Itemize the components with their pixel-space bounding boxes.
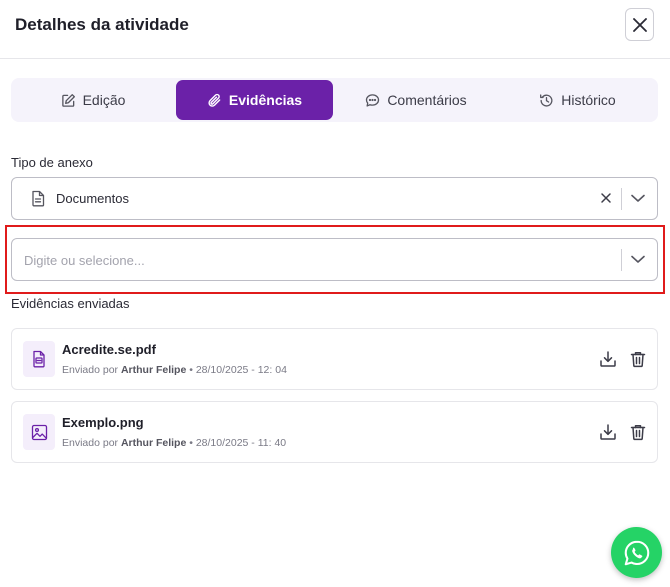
evidence-item: Acredite.se.pdf Enviado por Arthur Felip… <box>11 328 658 390</box>
file-author: Arthur Felipe <box>120 364 187 376</box>
file-icon-container <box>23 414 55 450</box>
tab-label: Histórico <box>561 92 616 108</box>
file-name: Exemplo.png <box>62 415 144 430</box>
clear-selection-icon[interactable] <box>600 192 612 204</box>
close-button[interactable] <box>625 8 654 41</box>
document-search-input[interactable] <box>24 248 604 272</box>
evidences-title: Evidências enviadas <box>11 296 130 311</box>
document-icon <box>32 190 45 207</box>
tab-historico[interactable]: Histórico <box>499 80 656 120</box>
select-divider <box>621 249 622 271</box>
sent-by-prefix: Enviado por <box>62 437 119 449</box>
tab-comentarios[interactable]: Comentários <box>336 80 496 120</box>
document-select[interactable] <box>11 238 658 281</box>
attachment-type-select[interactable]: Documentos <box>11 177 658 220</box>
chevron-down-icon[interactable] <box>630 192 646 204</box>
tab-label: Comentários <box>387 92 467 108</box>
tab-label: Evidências <box>228 92 303 108</box>
trash-icon[interactable] <box>629 423 647 441</box>
image-file-icon <box>31 424 47 440</box>
download-icon[interactable] <box>599 423 617 441</box>
history-icon <box>540 93 553 107</box>
pdf-file-icon <box>33 350 45 368</box>
file-icon-container <box>23 341 55 377</box>
file-name: Acredite.se.pdf <box>62 342 156 357</box>
tab-bar: Edição Evidências Comentários Histórico <box>11 78 658 122</box>
download-icon[interactable] <box>599 350 617 368</box>
edit-icon <box>61 93 75 107</box>
whatsapp-button[interactable] <box>611 527 662 578</box>
comment-icon <box>366 93 380 107</box>
attachment-type-label: Tipo de anexo <box>11 155 93 170</box>
evidence-item: Exemplo.png Enviado por Arthur Felipe • … <box>11 401 658 463</box>
select-divider <box>621 188 622 210</box>
chevron-down-icon[interactable] <box>630 253 646 265</box>
whatsapp-icon <box>624 540 649 565</box>
dialog-header: Detalhes da atividade <box>0 0 670 59</box>
file-meta: Enviado por Arthur Felipe • 28/10/2025 -… <box>62 437 286 449</box>
file-meta: Enviado por Arthur Felipe • 28/10/2025 -… <box>62 364 287 376</box>
file-author: Arthur Felipe <box>120 437 187 449</box>
file-datetime: • 28/10/2025 - 12: 04 <box>189 364 287 376</box>
close-icon <box>632 17 647 32</box>
attachment-type-value: Documentos <box>56 191 129 206</box>
file-datetime: • 28/10/2025 - 11: 40 <box>189 437 287 449</box>
paperclip-icon <box>208 93 221 107</box>
trash-icon[interactable] <box>629 350 647 368</box>
tab-label: Edição <box>82 92 126 108</box>
tab-edicao[interactable]: Edição <box>13 80 173 120</box>
tab-evidencias[interactable]: Evidências <box>176 80 333 120</box>
sent-by-prefix: Enviado por <box>62 364 119 376</box>
dialog-title: Detalhes da atividade <box>15 15 189 34</box>
